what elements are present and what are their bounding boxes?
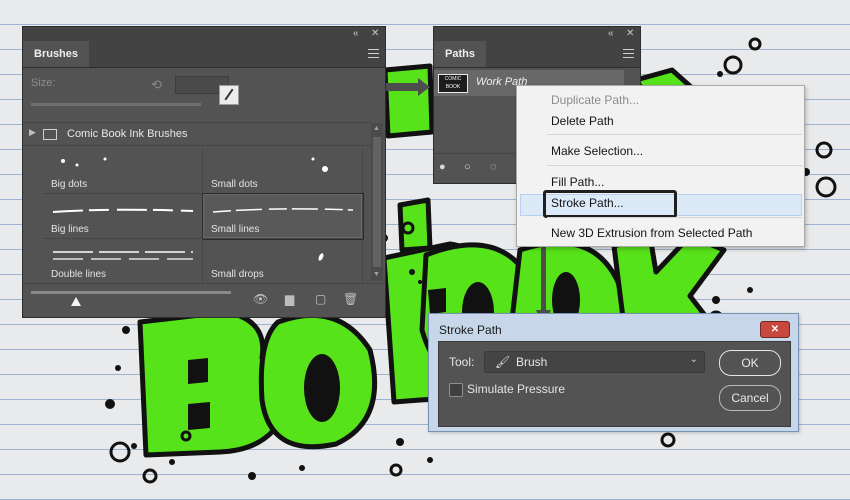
menu-item-fill-path[interactable]: Fill Path... [551,175,604,189]
tab-brushes[interactable]: Brushes [23,41,90,67]
menu-item-make-selection[interactable]: Make Selection... [551,144,643,158]
tool-select-value: Brush [516,355,548,369]
ok-button[interactable]: OK [719,350,781,376]
brush-item-big-lines[interactable]: Big lines [43,194,203,239]
tool-select[interactable]: 🖌 Brush ⌄ [484,351,705,373]
brush-item-small-drops[interactable]: Small drops [203,239,363,284]
panel-top-strip: « ✕ [434,27,640,41]
trash-icon[interactable]: 🗑 [343,292,358,306]
path-context-menu: Duplicate Path... Delete Path Make Selec… [516,85,805,247]
brush-item-label: Small drops [211,269,264,280]
menu-separator [547,134,802,135]
panel-menu-icon[interactable] [368,49,379,58]
dialog-body: Tool: 🖌 Brush ⌄ Simulate Pressure OK Can… [438,341,791,427]
brush-item-double-lines[interactable]: Double lines [43,239,203,284]
paths-tabbar: Paths [434,41,640,68]
preview-size-slider[interactable] [31,291,231,294]
close-icon[interactable]: ✕ [760,321,790,338]
brush-item-label: Big dots [51,179,88,190]
brush-list-scrollbar[interactable]: ▲ ▼ [371,123,383,281]
tool-label: Tool: [449,355,475,369]
brush-item-label: Big lines [51,224,89,235]
folder-icon[interactable]: ▆ [285,292,294,306]
menu-item-stroke-path[interactable]: Stroke Path... [551,196,624,210]
chevron-down-icon[interactable]: ⌄ [690,354,698,365]
size-label: Size: [31,77,56,89]
size-slider[interactable] [31,103,201,106]
collapse-icon[interactable]: « [608,27,614,41]
chevron-right-icon[interactable]: ▶ [29,127,36,138]
brush-item-label: Small lines [211,224,260,235]
slider-thumb-icon[interactable] [71,297,81,306]
close-icon[interactable]: ✕ [626,27,634,41]
new-brush-icon[interactable]: ▢ [315,292,326,306]
scrollbar-thumb[interactable] [373,137,381,267]
brush-item-small-dots[interactable]: Small dots [203,149,363,194]
brush-grid: Big dots Small dots Big lines Small line… [43,149,367,284]
reset-icon[interactable]: ⟲ [151,77,162,93]
cancel-button[interactable]: Cancel [719,385,781,411]
menu-separator [547,217,802,218]
brush-group-label: Comic Book Ink Brushes [67,128,188,140]
stroke-path-icon[interactable]: ○ [464,161,471,173]
brush-item-small-lines[interactable]: Small lines [202,193,364,240]
panel-menu-icon[interactable] [623,49,634,58]
brushes-footer: 👁 ▆ ▢ 🗑 [23,283,385,318]
eye-icon[interactable]: 👁 [253,292,268,306]
menu-item-delete-path[interactable]: Delete Path [551,114,614,128]
brush-item-label: Double lines [51,269,107,280]
folder-icon [43,129,57,140]
menu-separator [547,165,802,166]
menu-item-new-3d-extrusion[interactable]: New 3D Extrusion from Selected Path [551,226,752,240]
brush-icon: 🖌 [495,355,511,369]
tab-paths[interactable]: Paths [434,41,486,67]
dialog-title: Stroke Path [439,323,502,337]
simulate-pressure-checkbox[interactable] [449,383,463,397]
load-selection-icon[interactable]: ◌ [490,161,497,173]
brushes-tabbar: Brushes [23,41,385,68]
close-icon[interactable]: ✕ [371,27,379,41]
menu-item-duplicate-path[interactable]: Duplicate Path... [551,93,639,107]
scroll-down-icon[interactable]: ▼ [373,271,380,278]
brush-item-label: Small dots [211,179,258,190]
scroll-up-icon[interactable]: ▲ [373,125,380,132]
simulate-pressure-label[interactable]: Simulate Pressure [467,382,565,396]
fill-path-icon[interactable]: ● [439,161,446,173]
brush-settings-icon[interactable] [219,85,239,105]
path-thumbnail: COMIC BOOK [438,74,468,93]
brushes-panel: « ✕ Brushes Size: ⟲ ▶ Comic Book Ink Bru… [22,26,386,318]
brush-group-row[interactable]: ▶ Comic Book Ink Brushes [23,122,371,146]
stroke-path-dialog: Stroke Path ✕ Tool: 🖌 Brush ⌄ Simulate P… [428,313,799,432]
panel-top-strip: « ✕ [23,27,385,41]
brush-item-big-dots[interactable]: Big dots [43,149,203,194]
collapse-icon[interactable]: « [353,27,359,41]
